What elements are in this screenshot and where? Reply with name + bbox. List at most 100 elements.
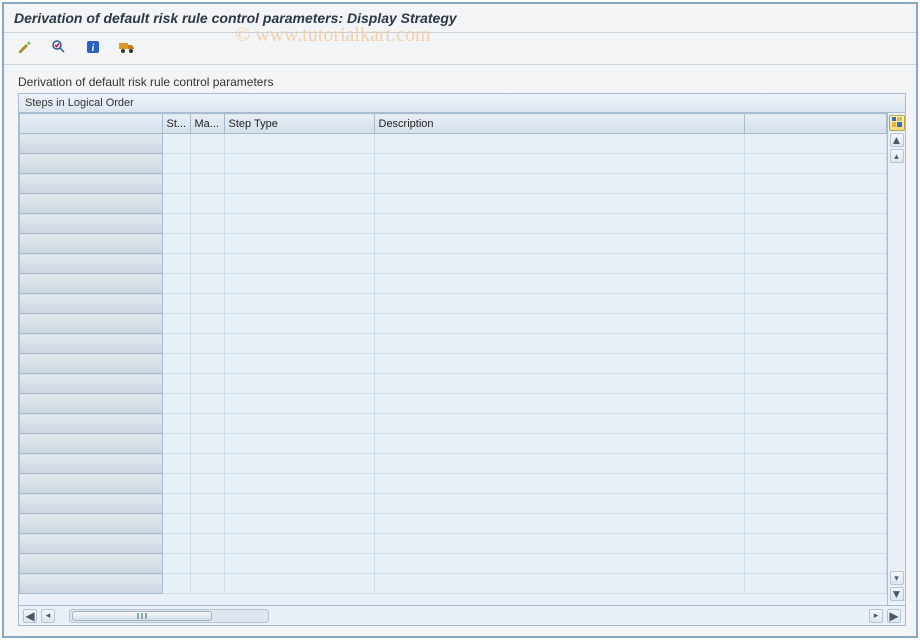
cell-step-type[interactable] — [224, 554, 374, 574]
cell-step-no[interactable] — [162, 494, 190, 514]
row-selector[interactable] — [20, 294, 163, 314]
col-header-step-no[interactable]: St... — [162, 114, 190, 134]
table-settings-button[interactable] — [889, 115, 905, 131]
cell-maint[interactable] — [190, 474, 224, 494]
cell-step-no[interactable] — [162, 574, 190, 594]
col-header-step-type[interactable]: Step Type — [224, 114, 374, 134]
row-selector[interactable] — [20, 274, 163, 294]
table-row[interactable] — [20, 434, 887, 454]
table-row[interactable] — [20, 154, 887, 174]
table-row[interactable] — [20, 354, 887, 374]
scroll-left-button[interactable]: ◂ — [41, 609, 55, 623]
cell-description[interactable] — [374, 414, 744, 434]
row-selector[interactable] — [20, 134, 163, 154]
cell-maint[interactable] — [190, 334, 224, 354]
row-selector[interactable] — [20, 214, 163, 234]
cell-description[interactable] — [374, 494, 744, 514]
cell-step-type[interactable] — [224, 394, 374, 414]
cell-description[interactable] — [374, 134, 744, 154]
cell-description[interactable] — [374, 334, 744, 354]
row-selector[interactable] — [20, 494, 163, 514]
scroll-down-button[interactable]: ▼ — [890, 587, 904, 601]
cell-description[interactable] — [374, 514, 744, 534]
table-row[interactable] — [20, 134, 887, 154]
row-selector[interactable] — [20, 254, 163, 274]
cell-step-type[interactable] — [224, 154, 374, 174]
cell-maint[interactable] — [190, 274, 224, 294]
cell-description[interactable] — [374, 574, 744, 594]
row-selector[interactable] — [20, 554, 163, 574]
cell-step-type[interactable] — [224, 514, 374, 534]
cell-description[interactable] — [374, 274, 744, 294]
cell-maint[interactable] — [190, 434, 224, 454]
cell-step-no[interactable] — [162, 454, 190, 474]
scroll-first-button[interactable]: ◀ — [23, 609, 37, 623]
cell-description[interactable] — [374, 314, 744, 334]
cell-description[interactable] — [374, 434, 744, 454]
row-selector[interactable] — [20, 154, 163, 174]
cell-maint[interactable] — [190, 514, 224, 534]
row-selector[interactable] — [20, 334, 163, 354]
cell-description[interactable] — [374, 534, 744, 554]
cell-description[interactable] — [374, 354, 744, 374]
cell-description[interactable] — [374, 194, 744, 214]
cell-step-no[interactable] — [162, 394, 190, 414]
table-row[interactable] — [20, 534, 887, 554]
scroll-up-button[interactable]: ▲ — [890, 133, 904, 147]
cell-maint[interactable] — [190, 314, 224, 334]
cell-description[interactable] — [374, 154, 744, 174]
cell-step-no[interactable] — [162, 154, 190, 174]
table-row[interactable] — [20, 174, 887, 194]
table-row[interactable] — [20, 294, 887, 314]
cell-step-type[interactable] — [224, 414, 374, 434]
row-selector[interactable] — [20, 414, 163, 434]
table-row[interactable] — [20, 554, 887, 574]
table-row[interactable] — [20, 494, 887, 514]
table-row[interactable] — [20, 514, 887, 534]
hscroll-thumb[interactable] — [72, 611, 212, 621]
table-row[interactable] — [20, 234, 887, 254]
cell-step-type[interactable] — [224, 274, 374, 294]
row-selector[interactable] — [20, 354, 163, 374]
cell-step-type[interactable] — [224, 434, 374, 454]
cell-maint[interactable] — [190, 134, 224, 154]
row-selector[interactable] — [20, 194, 163, 214]
row-selector[interactable] — [20, 574, 163, 594]
cell-maint[interactable] — [190, 454, 224, 474]
cell-step-no[interactable] — [162, 254, 190, 274]
cell-step-no[interactable] — [162, 534, 190, 554]
table-row[interactable] — [20, 574, 887, 594]
cell-maint[interactable] — [190, 254, 224, 274]
cell-maint[interactable] — [190, 414, 224, 434]
table-row[interactable] — [20, 454, 887, 474]
cell-maint[interactable] — [190, 574, 224, 594]
cell-maint[interactable] — [190, 494, 224, 514]
table-row[interactable] — [20, 474, 887, 494]
cell-description[interactable] — [374, 294, 744, 314]
cell-step-no[interactable] — [162, 194, 190, 214]
hscroll-track[interactable] — [69, 609, 269, 623]
cell-step-no[interactable] — [162, 234, 190, 254]
row-selector-header[interactable] — [20, 114, 163, 134]
table-row[interactable] — [20, 194, 887, 214]
row-selector[interactable] — [20, 454, 163, 474]
cell-step-no[interactable] — [162, 474, 190, 494]
row-selector[interactable] — [20, 374, 163, 394]
cell-step-type[interactable] — [224, 214, 374, 234]
row-selector[interactable] — [20, 534, 163, 554]
cell-step-no[interactable] — [162, 374, 190, 394]
cell-description[interactable] — [374, 214, 744, 234]
cell-step-type[interactable] — [224, 494, 374, 514]
cell-step-no[interactable] — [162, 174, 190, 194]
table-row[interactable] — [20, 274, 887, 294]
row-selector[interactable] — [20, 394, 163, 414]
cell-maint[interactable] — [190, 214, 224, 234]
cell-step-type[interactable] — [224, 174, 374, 194]
scroll-up-fine-button[interactable]: ▴ — [890, 149, 904, 163]
cell-description[interactable] — [374, 374, 744, 394]
cell-step-no[interactable] — [162, 354, 190, 374]
row-selector[interactable] — [20, 234, 163, 254]
transport-button[interactable] — [114, 38, 140, 60]
cell-step-type[interactable] — [224, 194, 374, 214]
cell-step-type[interactable] — [224, 574, 374, 594]
